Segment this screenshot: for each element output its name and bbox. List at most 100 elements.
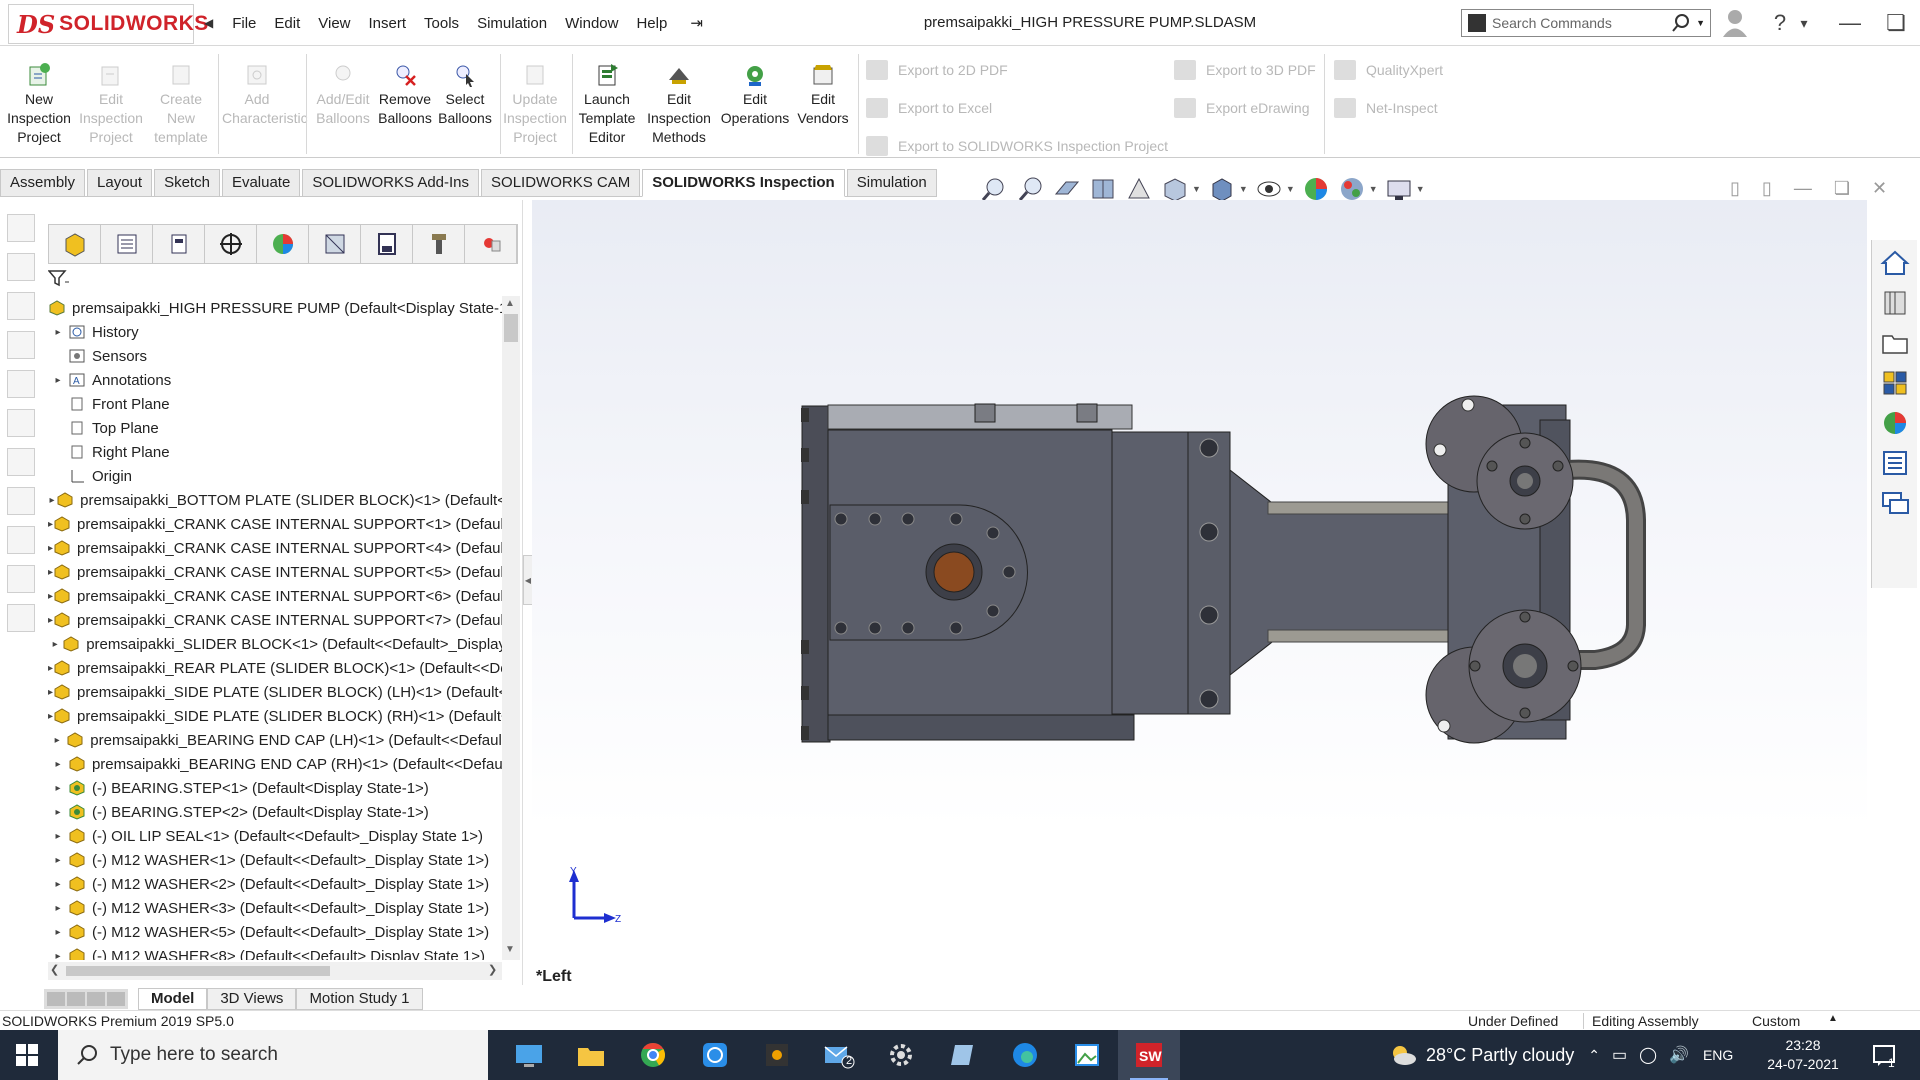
tree-item-part[interactable]: ▸ premsaipakki_SLIDER BLOCK<1> (Default<<… (48, 632, 506, 656)
tool-icon-1[interactable] (7, 214, 35, 242)
tool-icon-2[interactable] (7, 253, 35, 281)
tree-item-part[interactable]: ▸ premsaipakki_BEARING END CAP (LH)<1> (D… (48, 728, 506, 752)
appearances-icon[interactable] (1878, 406, 1912, 440)
edit-inspection-project-button[interactable]: Edit Inspection Project (76, 62, 146, 147)
tool-icon-7[interactable] (7, 448, 35, 476)
taskbar-app-edge[interactable] (994, 1030, 1056, 1080)
tree-item-part[interactable]: ▸ (-) M12 WASHER<2> (Default<<Default>_Di… (48, 872, 506, 896)
tree-filter[interactable] (48, 269, 70, 287)
tool-icon-10[interactable] (7, 565, 35, 593)
hscroll-thumb[interactable] (66, 966, 330, 976)
tree-item-part[interactable]: ▸ premsaipakki_SIDE PLATE (SLIDER BLOCK) … (48, 680, 506, 704)
viewport-minimize-icon[interactable]: — (1794, 178, 1812, 199)
view-orientation-dropdown-icon[interactable]: ▼ (1192, 184, 1201, 194)
minimize-icon[interactable]: — (1836, 10, 1864, 36)
new-inspection-project-button[interactable]: New Inspection Project (4, 62, 74, 147)
tab-add-ins[interactable]: SOLIDWORKS Add-Ins (302, 169, 480, 197)
dimxpert-tab[interactable] (205, 225, 257, 263)
tool-icon-11[interactable] (7, 604, 35, 632)
tab-cam[interactable]: SOLIDWORKS CAM (481, 169, 641, 197)
expand-icon[interactable]: ▸ (48, 831, 68, 842)
pin-icon[interactable]: ⇥ (690, 14, 703, 32)
expand-icon[interactable]: ▸ (48, 735, 66, 746)
tab-simulation[interactable]: Simulation (846, 169, 937, 197)
pump-model[interactable] (532, 200, 1867, 985)
language-indicator[interactable]: ENG (1703, 1047, 1733, 1063)
tree-item-part[interactable]: ▸ premsaipakki_CRANK CASE INTERNAL SUPPOR… (48, 584, 506, 608)
tool-icon-9[interactable] (7, 526, 35, 554)
tree-item-part[interactable]: ▸ premsaipakki_REAR PLATE (SLIDER BLOCK)<… (48, 656, 506, 680)
last-tab-icon[interactable] (107, 992, 125, 1006)
search-dropdown-icon[interactable]: ▼ (1696, 18, 1705, 28)
user-icon[interactable] (1722, 8, 1748, 38)
tool-icon-3[interactable] (7, 292, 35, 320)
search-commands[interactable]: Search Commands ▼ (1461, 9, 1711, 37)
tool-icon-6[interactable] (7, 409, 35, 437)
menu-insert[interactable]: Insert (360, 15, 416, 32)
display-style-dropdown-icon[interactable]: ▼ (1239, 184, 1248, 194)
tab-sketch[interactable]: Sketch (154, 169, 220, 197)
weather-text[interactable]: 28°C Partly cloudy (1426, 1045, 1574, 1066)
tab-inspection[interactable]: SOLIDWORKS Inspection (642, 169, 845, 197)
prev-tab-icon[interactable] (67, 992, 85, 1006)
taskbar-app-solidworks[interactable]: SW (1118, 1030, 1180, 1080)
tab-3d-views[interactable]: 3D Views (207, 988, 297, 1010)
tree-vertical-scrollbar[interactable]: ▲ ▼ (502, 296, 520, 960)
menu-view[interactable]: View (309, 15, 359, 32)
menu-collapse-arrow-icon[interactable]: ◀ (204, 16, 213, 30)
scroll-down-icon[interactable]: ▼ (505, 944, 515, 955)
windows-start-icon[interactable] (16, 1044, 38, 1066)
tree-item-right-plane[interactable]: Right Plane (48, 440, 506, 464)
forum-icon[interactable] (1878, 486, 1912, 520)
tool-icon-5[interactable] (7, 370, 35, 398)
export-3d-pdf-button[interactable]: Export to 3D PDF (1174, 60, 1316, 80)
inspection-tab[interactable] (465, 225, 517, 263)
home-icon[interactable] (1878, 246, 1912, 280)
tree-item-part[interactable]: ▸ premsaipakki_BOTTOM PLATE (SLIDER BLOCK… (48, 488, 506, 512)
cam-feature-tab[interactable] (309, 225, 361, 263)
battery-icon[interactable]: ▭ (1612, 1045, 1627, 1065)
expand-icon[interactable]: ▸ (48, 783, 68, 794)
tree-item-sensors[interactable]: Sensors (48, 344, 506, 368)
expand-icon[interactable]: ▸ (48, 375, 68, 386)
menu-file[interactable]: File (223, 15, 265, 32)
menu-simulation[interactable]: Simulation (468, 15, 556, 32)
panel-splitter[interactable]: ◀ (522, 200, 533, 985)
expand-icon[interactable]: ▸ (48, 759, 68, 770)
tree-item-subassembly[interactable]: ▸ (-) BEARING.STEP<1> (Default<Display St… (48, 776, 506, 800)
export-excel-button[interactable]: Export to Excel (866, 98, 992, 118)
property-manager-tab[interactable] (101, 225, 153, 263)
expand-icon[interactable]: ▸ (48, 855, 68, 866)
clock[interactable]: 23:28 24-07-2021 (1760, 1036, 1846, 1074)
export-edrawing-button[interactable]: Export eDrawing (1174, 98, 1310, 118)
tree-horizontal-scrollbar[interactable]: ❮ ❯ (48, 962, 502, 980)
expand-icon[interactable]: ▸ (48, 951, 68, 961)
cam-toolpath-tab[interactable] (413, 225, 465, 263)
viewport-restore-icon[interactable]: ❏ (1834, 178, 1850, 199)
unit-system[interactable]: Custom (1752, 1013, 1800, 1029)
help-dropdown-icon[interactable]: ▾ (1790, 15, 1818, 32)
view-palette-icon[interactable] (1878, 366, 1912, 400)
volume-icon[interactable]: 🔊 (1669, 1045, 1689, 1065)
edit-vendors-button[interactable]: Edit Vendors (788, 62, 858, 128)
units-dropdown-icon[interactable]: ▲ (1828, 1013, 1838, 1024)
edit-operations-button[interactable]: Edit Operations (720, 62, 790, 128)
taskbar-app-chrome[interactable] (622, 1030, 684, 1080)
tab-navigation-arrows[interactable] (44, 989, 128, 1009)
select-balloons-button[interactable]: Select Balloons (430, 62, 500, 128)
create-new-template-button[interactable]: Create New template (146, 62, 216, 147)
graphics-area[interactable] (532, 200, 1867, 985)
scroll-thumb[interactable] (504, 314, 518, 342)
taskbar-search[interactable]: Type here to search (58, 1030, 488, 1080)
tree-item-part[interactable]: ▸ premsaipakki_CRANK CASE INTERNAL SUPPOR… (48, 560, 506, 584)
expand-icon[interactable]: ▸ (48, 879, 68, 890)
taskbar-app-monitor[interactable] (498, 1030, 560, 1080)
tab-layout[interactable]: Layout (87, 169, 153, 197)
expand-icon[interactable]: ▸ (48, 903, 68, 914)
tile-right-icon[interactable]: ▯ (1762, 178, 1772, 199)
design-library-icon[interactable] (1878, 286, 1912, 320)
qualityxpert-button[interactable]: QualityXpert (1334, 60, 1443, 80)
edit-inspection-methods-button[interactable]: Edit Inspection Methods (644, 62, 714, 147)
tree-item-part[interactable]: ▸ (-) M12 WASHER<8> (Default<<Default> Di… (48, 944, 506, 960)
tree-item-front-plane[interactable]: Front Plane (48, 392, 506, 416)
